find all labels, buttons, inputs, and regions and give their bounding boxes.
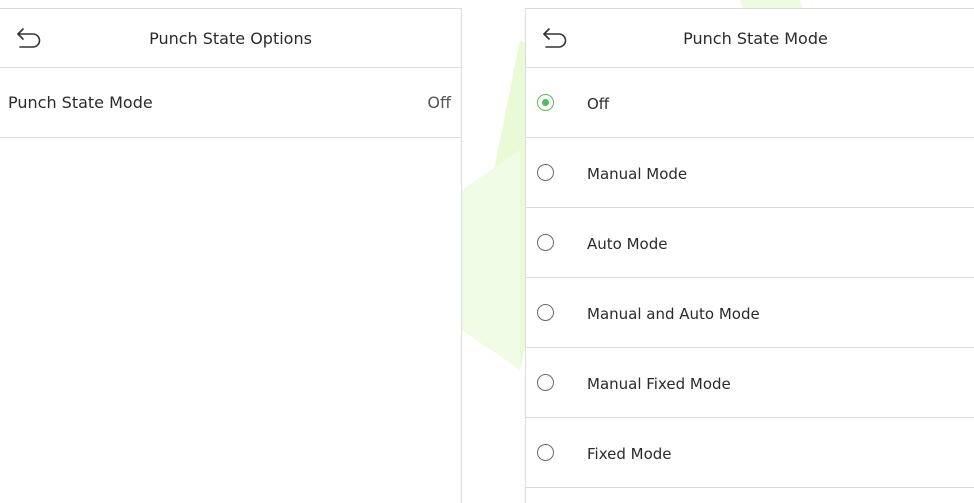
punch-state-options-screen: Punch State Options Punch State Mode Off (0, 8, 462, 503)
page-title: Punch State Options (149, 29, 312, 48)
page-title: Punch State Mode (683, 29, 828, 48)
option-manual-and-auto-mode[interactable]: Manual and Auto Mode (526, 278, 974, 348)
option-label: Manual Fixed Mode (587, 375, 731, 393)
radio-button-selected[interactable] (537, 94, 554, 111)
radio-button[interactable] (537, 374, 554, 391)
radio-button[interactable] (537, 234, 554, 251)
option-label: Manual Mode (587, 165, 688, 183)
option-label: Off (587, 95, 610, 113)
option-label: Manual and Auto Mode (587, 305, 760, 323)
radio-button[interactable] (537, 444, 554, 461)
option-auto-mode[interactable]: Auto Mode (526, 208, 974, 278)
option-fixed-mode[interactable]: Fixed Mode (526, 418, 974, 488)
option-manual-fixed-mode[interactable]: Manual Fixed Mode (526, 348, 974, 418)
option-manual-mode[interactable]: Manual Mode (526, 138, 974, 208)
radio-button[interactable] (537, 304, 554, 321)
option-label: Auto Mode (587, 235, 668, 253)
option-label: Fixed Mode (587, 445, 672, 463)
menu-item-value: Off (427, 93, 451, 112)
radio-button[interactable] (537, 164, 554, 181)
menu-item-label: Punch State Mode (8, 93, 153, 112)
menu-item-punch-state-mode[interactable]: Punch State Mode Off (0, 68, 461, 138)
screen-header: Punch State Options (0, 9, 461, 68)
screen-header: Punch State Mode (526, 9, 974, 68)
option-off[interactable]: Off (526, 68, 974, 138)
punch-state-mode-screen: Punch State Mode Off Manual Mode Auto Mo… (525, 8, 974, 503)
